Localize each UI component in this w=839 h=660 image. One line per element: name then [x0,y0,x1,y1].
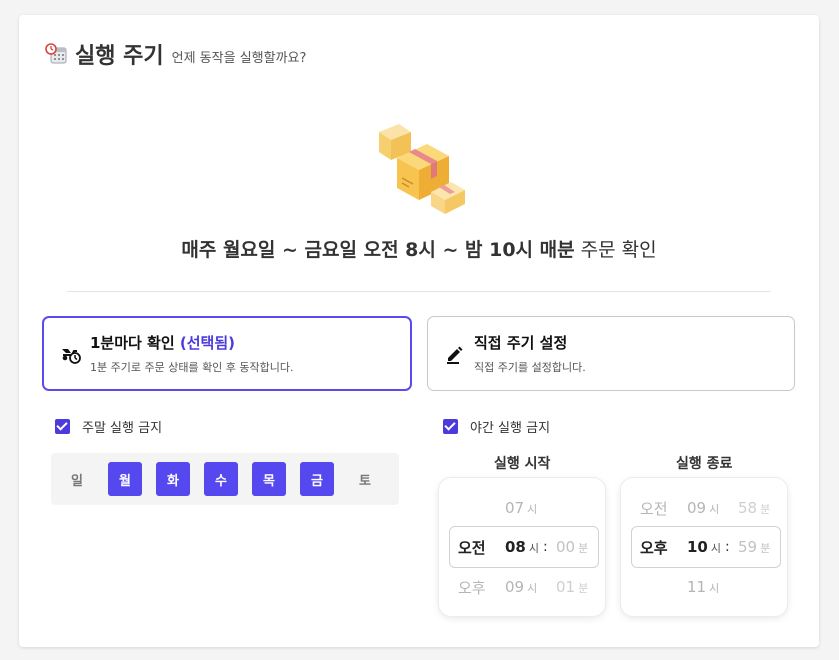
minute-value: 01 [556,578,576,596]
hour-value: 07 [505,499,525,517]
start-time-picker[interactable]: 07 시 오전 08 시 : 00 분 오후 09 시 01 분 [439,478,605,616]
picker-row-next[interactable]: 오후 09 시 01 분 [439,574,605,600]
boxes-illustration [369,120,479,215]
page-subtitle: 언제 동작을 실행할까요? [171,50,307,66]
divider [67,291,771,292]
hour-value: 09 [505,578,525,596]
minute-unit: 분 [760,542,771,555]
header: 실행 주기 언제 동작을 실행할까요? [45,38,306,70]
picker-row-prev[interactable]: 오전 09 시 58 분 [621,495,787,521]
picker-row-current[interactable]: 오전 08 시 : 00 분 [449,526,599,568]
hour-unit: 시 [527,503,538,516]
minute-unit: 분 [578,542,589,555]
hour-value: 09 [687,499,707,517]
page-title: 실행 주기 [75,44,164,69]
hour-unit: 시 [527,582,538,595]
hour-unit: 시 [709,582,720,595]
option-desc: 1분 주기로 주문 상태를 확인 후 동작합니다. [90,361,294,374]
summary-normal: 주문 확인 [574,239,657,261]
option-every-minute[interactable]: 1분마다 확인 (선택됨) 1분 주기로 주문 상태를 확인 후 동작합니다. [42,316,412,391]
option-desc: 직접 주기를 설정합니다. [474,361,586,374]
ampm-value: 오후 [640,538,668,557]
start-time-label: 실행 시작 [494,456,551,472]
picker-row-prev[interactable]: 07 시 [439,495,605,521]
picker-row-current[interactable]: 오후 10 시 : 59 분 [631,526,781,568]
minute-value: 59 [738,538,758,556]
picker-row-next[interactable]: 11 시 [621,574,787,600]
option-title: 1분마다 확인 [90,334,175,352]
schedule-summary: 매주 월요일 ~ 금요일 오전 8시 ~ 밤 10시 매분 주문 확인 [19,235,819,262]
pencil-icon [444,343,466,365]
moped-clock-icon [60,343,82,365]
weekday-selector: 일 월 화 수 목 금 토 [51,453,399,505]
end-time-label: 실행 종료 [676,456,733,472]
time-colon: : [543,539,548,555]
hour-unit: 시 [710,542,721,555]
schedule-card: 실행 주기 언제 동작을 실행할까요? 매주 월요일 ~ 금요일 오전 8시 ~… [19,15,819,647]
weekend-block-label: 주말 실행 금지 [82,421,163,436]
minute-value: 00 [556,538,576,556]
ampm-value: 오후 [458,578,486,597]
day-sun[interactable]: 일 [60,462,94,496]
day-fri[interactable]: 금 [300,462,334,496]
minute-unit: 분 [578,582,589,595]
day-tue[interactable]: 화 [156,462,190,496]
day-thu[interactable]: 목 [252,462,286,496]
ampm-value: 오전 [640,499,668,518]
hour-unit: 시 [528,542,539,555]
day-sat[interactable]: 토 [348,462,382,496]
minute-unit: 분 [760,503,771,516]
end-time-picker[interactable]: 오전 09 시 58 분 오후 10 시 : 59 분 11 시 [621,478,787,616]
hour-value: 10 [687,538,708,556]
hour-value: 11 [687,578,707,596]
calendar-clock-icon [45,43,67,65]
selected-tag: (선택됨) [174,334,236,352]
day-mon[interactable]: 월 [108,462,142,496]
weekend-block-toggle[interactable]: 주말 실행 금지 [55,417,162,436]
night-block-label: 야간 실행 금지 [470,421,551,436]
checkbox-checked[interactable] [55,419,70,434]
night-block-toggle[interactable]: 야간 실행 금지 [443,417,550,436]
summary-bold: 매주 월요일 ~ 금요일 오전 8시 ~ 밤 10시 매분 [181,239,575,261]
checkbox-checked[interactable] [443,419,458,434]
hour-unit: 시 [709,503,720,516]
option-custom-schedule[interactable]: 직접 주기 설정 직접 주기를 설정합니다. [427,316,795,391]
time-colon: : [725,539,730,555]
minute-value: 58 [738,499,758,517]
option-title: 직접 주기 설정 [474,334,568,352]
ampm-value: 오전 [458,538,486,557]
day-wed[interactable]: 수 [204,462,238,496]
hour-value: 08 [505,538,526,556]
